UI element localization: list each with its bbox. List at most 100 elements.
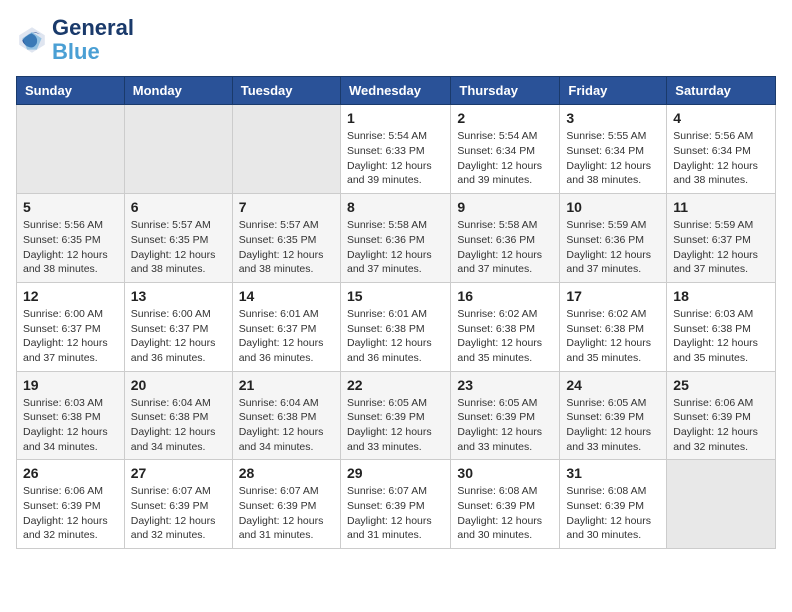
day-number: 14 [239, 288, 334, 304]
day-number: 27 [131, 465, 226, 481]
day-info: Sunrise: 6:07 AM Sunset: 6:39 PM Dayligh… [347, 484, 444, 543]
day-cell: 28Sunrise: 6:07 AM Sunset: 6:39 PM Dayli… [232, 460, 340, 549]
day-number: 15 [347, 288, 444, 304]
day-info: Sunrise: 5:55 AM Sunset: 6:34 PM Dayligh… [566, 129, 660, 188]
day-info: Sunrise: 6:04 AM Sunset: 6:38 PM Dayligh… [239, 396, 334, 455]
day-cell: 9 Sunrise: 5:58 AM Sunset: 6:36 PM Daylig… [451, 194, 560, 283]
day-info: Sunrise: 5:59 AM Sunset: 6:36 PM Dayligh… [566, 218, 660, 277]
day-number: 19 [23, 377, 118, 393]
page: General Blue SundayMondayTuesdayWednesda… [0, 0, 792, 565]
day-cell: 15Sunrise: 6:01 AM Sunset: 6:38 PM Dayli… [340, 282, 450, 371]
day-number: 10 [566, 199, 660, 215]
day-cell: 23 Sunrise: 6:05 AM Sunset: 6:39 PM Dayli… [451, 371, 560, 460]
weekday-header-friday: Friday [560, 77, 667, 105]
day-cell: 17Sunrise: 6:02 AM Sunset: 6:38 PM Dayli… [560, 282, 667, 371]
day-info: Sunrise: 6:04 AM Sunset: 6:38 PM Dayligh… [131, 396, 226, 455]
day-cell: 3 Sunrise: 5:55 AM Sunset: 6:34 PM Daylig… [560, 105, 667, 194]
weekday-header-tuesday: Tuesday [232, 77, 340, 105]
week-row-1: 1 Sunrise: 5:54 AM Sunset: 6:33 PM Daylig… [17, 105, 776, 194]
day-info: Sunrise: 5:54 AM Sunset: 6:33 PM Dayligh… [347, 129, 444, 188]
day-number: 7 [239, 199, 334, 215]
day-cell: 7Sunrise: 5:57 AM Sunset: 6:35 PM Daylig… [232, 194, 340, 283]
day-number: 12 [23, 288, 118, 304]
day-cell: 31 Sunrise: 6:08 AM Sunset: 6:39 PM Dayli… [560, 460, 667, 549]
day-info: Sunrise: 6:06 AM Sunset: 6:39 PM Dayligh… [23, 484, 118, 543]
day-cell: 25 Sunrise: 6:06 AM Sunset: 6:39 PM Dayli… [667, 371, 776, 460]
day-cell: 6 Sunrise: 5:57 AM Sunset: 6:35 PM Daylig… [124, 194, 232, 283]
weekday-header-thursday: Thursday [451, 77, 560, 105]
day-cell: 16 Sunrise: 6:02 AM Sunset: 6:38 PM Dayli… [451, 282, 560, 371]
day-number: 11 [673, 199, 769, 215]
day-cell: 8 Sunrise: 5:58 AM Sunset: 6:36 PM Daylig… [340, 194, 450, 283]
day-number: 23 [457, 377, 553, 393]
day-info: Sunrise: 6:08 AM Sunset: 6:39 PM Dayligh… [566, 484, 660, 543]
logo: General Blue [16, 16, 134, 64]
day-info: Sunrise: 6:01 AM Sunset: 6:37 PM Dayligh… [239, 307, 334, 366]
day-info: Sunrise: 6:02 AM Sunset: 6:38 PM Dayligh… [457, 307, 553, 366]
day-number: 3 [566, 110, 660, 126]
week-row-2: 5Sunrise: 5:56 AM Sunset: 6:35 PM Daylig… [17, 194, 776, 283]
day-number: 16 [457, 288, 553, 304]
day-info: Sunrise: 5:59 AM Sunset: 6:37 PM Dayligh… [673, 218, 769, 277]
day-info: Sunrise: 6:08 AM Sunset: 6:39 PM Dayligh… [457, 484, 553, 543]
day-cell: 19 Sunrise: 6:03 AM Sunset: 6:38 PM Dayli… [17, 371, 125, 460]
day-number: 9 [457, 199, 553, 215]
weekday-header-wednesday: Wednesday [340, 77, 450, 105]
day-cell: 11 Sunrise: 5:59 AM Sunset: 6:37 PM Dayli… [667, 194, 776, 283]
day-info: Sunrise: 6:03 AM Sunset: 6:38 PM Dayligh… [23, 396, 118, 455]
day-cell [667, 460, 776, 549]
day-cell [232, 105, 340, 194]
logo-icon [16, 24, 48, 56]
day-number: 31 [566, 465, 660, 481]
day-cell: 13Sunrise: 6:00 AM Sunset: 6:37 PM Dayli… [124, 282, 232, 371]
day-cell: 24 Sunrise: 6:05 AM Sunset: 6:39 PM Dayli… [560, 371, 667, 460]
day-info: Sunrise: 6:07 AM Sunset: 6:39 PM Dayligh… [131, 484, 226, 543]
day-cell: 29Sunrise: 6:07 AM Sunset: 6:39 PM Dayli… [340, 460, 450, 549]
day-info: Sunrise: 5:58 AM Sunset: 6:36 PM Dayligh… [347, 218, 444, 277]
day-number: 6 [131, 199, 226, 215]
day-info: Sunrise: 6:00 AM Sunset: 6:37 PM Dayligh… [23, 307, 118, 366]
day-cell: 20 Sunrise: 6:04 AM Sunset: 6:38 PM Dayli… [124, 371, 232, 460]
day-cell: 12 Sunrise: 6:00 AM Sunset: 6:37 PM Dayli… [17, 282, 125, 371]
day-info: Sunrise: 5:56 AM Sunset: 6:34 PM Dayligh… [673, 129, 769, 188]
day-cell: 5Sunrise: 5:56 AM Sunset: 6:35 PM Daylig… [17, 194, 125, 283]
day-cell: 26Sunrise: 6:06 AM Sunset: 6:39 PM Dayli… [17, 460, 125, 549]
day-cell: 10 Sunrise: 5:59 AM Sunset: 6:36 PM Dayli… [560, 194, 667, 283]
day-info: Sunrise: 5:58 AM Sunset: 6:36 PM Dayligh… [457, 218, 553, 277]
day-number: 17 [566, 288, 660, 304]
day-cell: 4Sunrise: 5:56 AM Sunset: 6:34 PM Daylig… [667, 105, 776, 194]
day-cell: 2 Sunrise: 5:54 AM Sunset: 6:34 PM Daylig… [451, 105, 560, 194]
day-number: 28 [239, 465, 334, 481]
day-info: Sunrise: 6:05 AM Sunset: 6:39 PM Dayligh… [566, 396, 660, 455]
day-info: Sunrise: 6:05 AM Sunset: 6:39 PM Dayligh… [457, 396, 553, 455]
calendar: SundayMondayTuesdayWednesdayThursdayFrid… [16, 76, 776, 549]
week-row-3: 12 Sunrise: 6:00 AM Sunset: 6:37 PM Dayli… [17, 282, 776, 371]
day-info: Sunrise: 6:03 AM Sunset: 6:38 PM Dayligh… [673, 307, 769, 366]
day-info: Sunrise: 5:54 AM Sunset: 6:34 PM Dayligh… [457, 129, 553, 188]
day-number: 24 [566, 377, 660, 393]
day-number: 1 [347, 110, 444, 126]
day-number: 2 [457, 110, 553, 126]
day-cell [17, 105, 125, 194]
day-cell: 14 Sunrise: 6:01 AM Sunset: 6:37 PM Dayli… [232, 282, 340, 371]
day-cell [124, 105, 232, 194]
header: General Blue [16, 16, 776, 64]
day-info: Sunrise: 6:00 AM Sunset: 6:37 PM Dayligh… [131, 307, 226, 366]
day-cell: 18 Sunrise: 6:03 AM Sunset: 6:38 PM Dayli… [667, 282, 776, 371]
week-row-4: 19 Sunrise: 6:03 AM Sunset: 6:38 PM Dayli… [17, 371, 776, 460]
day-info: Sunrise: 5:57 AM Sunset: 6:35 PM Dayligh… [131, 218, 226, 277]
week-row-5: 26Sunrise: 6:06 AM Sunset: 6:39 PM Dayli… [17, 460, 776, 549]
day-number: 30 [457, 465, 553, 481]
day-cell: 21Sunrise: 6:04 AM Sunset: 6:38 PM Dayli… [232, 371, 340, 460]
day-number: 18 [673, 288, 769, 304]
day-cell: 22Sunrise: 6:05 AM Sunset: 6:39 PM Dayli… [340, 371, 450, 460]
day-number: 25 [673, 377, 769, 393]
day-number: 20 [131, 377, 226, 393]
day-info: Sunrise: 6:05 AM Sunset: 6:39 PM Dayligh… [347, 396, 444, 455]
weekday-header-monday: Monday [124, 77, 232, 105]
day-cell: 27 Sunrise: 6:07 AM Sunset: 6:39 PM Dayli… [124, 460, 232, 549]
weekday-header-sunday: Sunday [17, 77, 125, 105]
day-number: 8 [347, 199, 444, 215]
logo-text: General Blue [52, 16, 134, 64]
day-info: Sunrise: 6:06 AM Sunset: 6:39 PM Dayligh… [673, 396, 769, 455]
